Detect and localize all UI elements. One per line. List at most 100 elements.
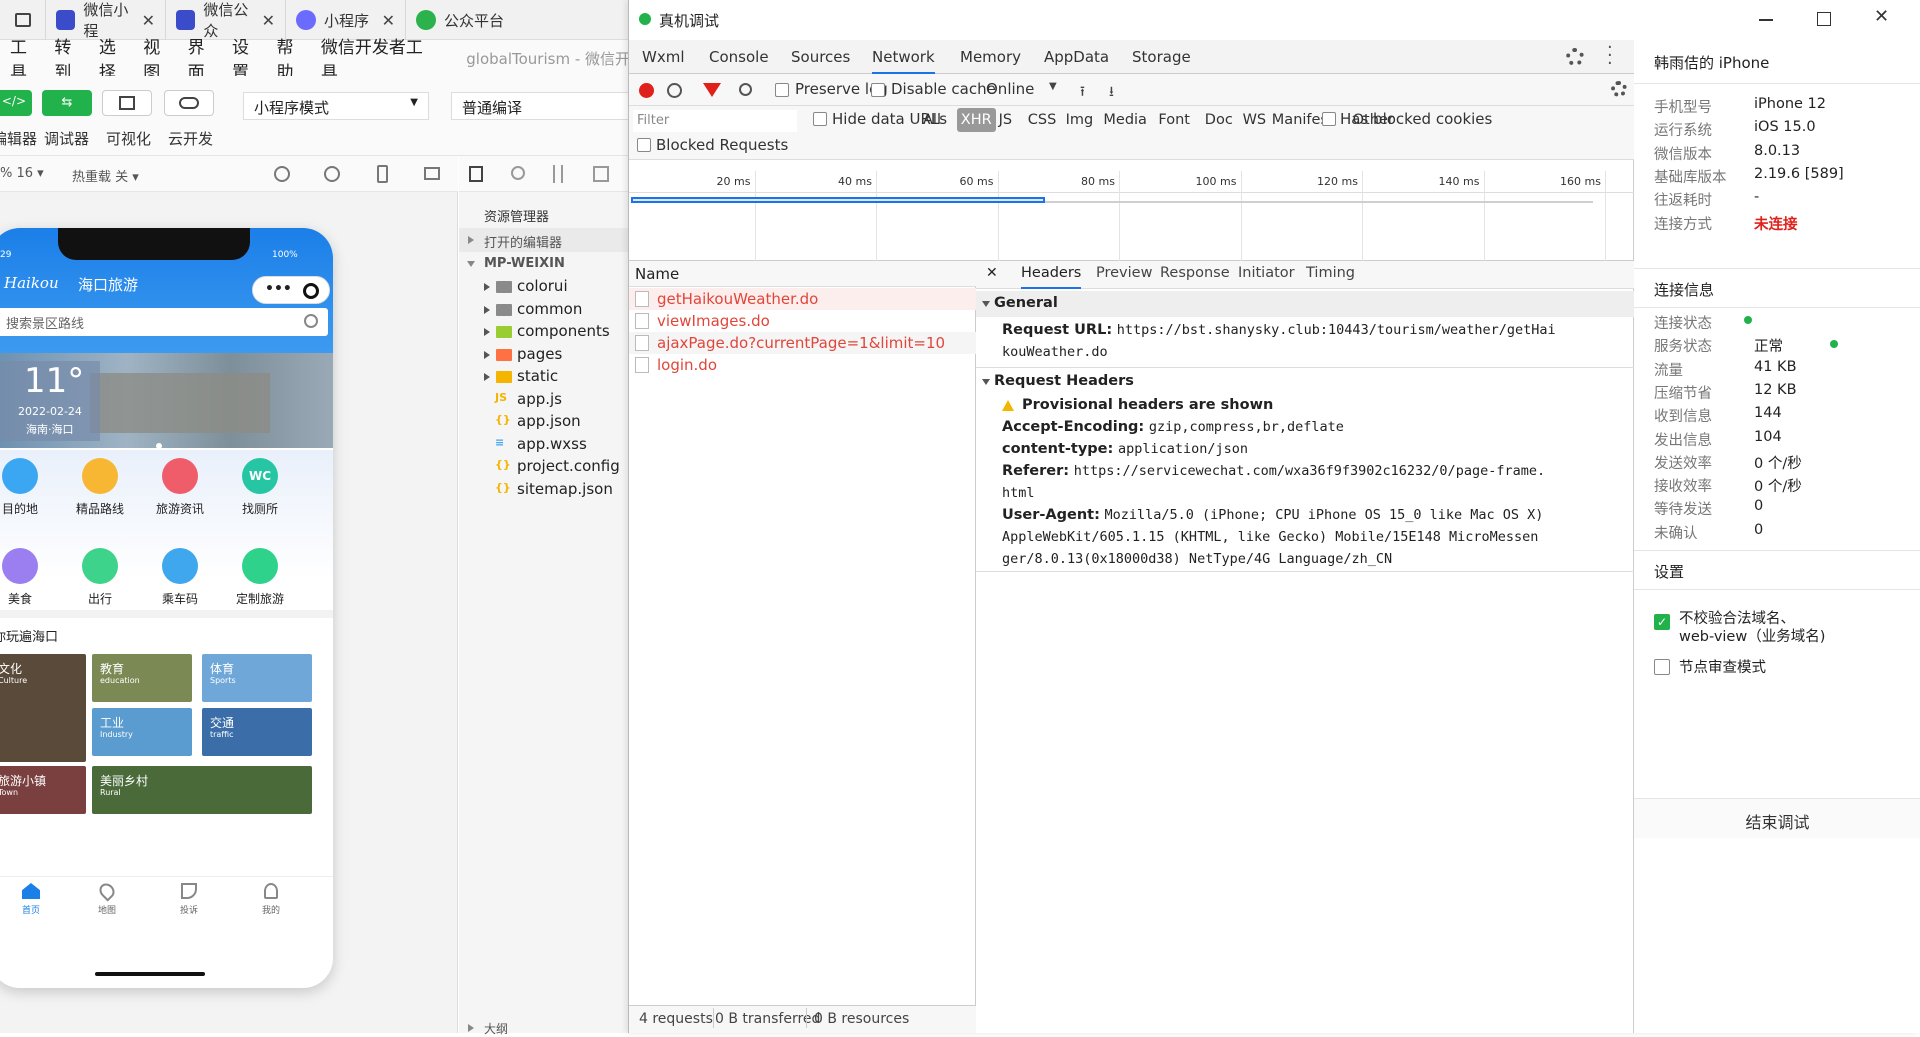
tab-console[interactable]: Console <box>709 40 769 74</box>
download-icon[interactable]: ⭳ <box>1109 81 1114 105</box>
tab-wxml[interactable]: Wxml <box>642 40 685 74</box>
extensions-icon[interactable] <box>593 166 609 182</box>
type-filter-all[interactable]: All <box>919 108 945 132</box>
name-column-header[interactable]: Name <box>629 261 976 287</box>
nav-map[interactable]: 地图 <box>82 880 132 917</box>
browser-tab[interactable]: 公众平台 <box>406 0 632 40</box>
visual-toggle-button[interactable] <box>102 90 152 116</box>
file-tree-item[interactable]: colorui <box>459 276 632 298</box>
kebab-menu-icon[interactable]: · · · <box>1607 39 1613 73</box>
close-icon[interactable]: ✕ <box>382 11 395 30</box>
tab-network[interactable]: Network <box>872 40 935 74</box>
tab-response[interactable]: Response <box>1160 265 1230 281</box>
close-icon[interactable]: ✕ <box>1874 6 1889 27</box>
files-icon[interactable] <box>469 166 483 182</box>
category-item[interactable]: 定制旅游 <box>212 548 308 607</box>
clear-icon[interactable] <box>667 83 682 98</box>
outline-section[interactable]: 大纲 <box>459 1022 632 1036</box>
throttle-select[interactable]: Online <box>986 80 1034 98</box>
nav-home[interactable]: 首页 <box>6 883 56 917</box>
tab-storage[interactable]: Storage <box>1132 40 1191 74</box>
dropdown-arrow-icon[interactable]: ▼ <box>1049 81 1057 92</box>
general-section-header[interactable]: General <box>976 291 1634 317</box>
maximize-icon[interactable] <box>1817 12 1831 26</box>
tab-memory[interactable]: Memory <box>960 40 1021 74</box>
close-capsule-icon[interactable] <box>303 283 319 299</box>
refresh-icon[interactable] <box>274 166 290 182</box>
type-filter-font[interactable]: Font <box>1154 108 1194 132</box>
git-branch-icon[interactable] <box>553 165 563 183</box>
phone-icon[interactable] <box>377 165 388 183</box>
gear-icon[interactable] <box>1566 48 1584 66</box>
tab-initiator[interactable]: Initiator <box>1238 265 1295 281</box>
nav-profile[interactable]: 我的 <box>246 883 296 917</box>
tab-headers[interactable]: Headers <box>1021 265 1082 289</box>
search-input[interactable]: 搜索景区路线 <box>0 308 328 336</box>
capsule-button[interactable]: ••• <box>252 276 330 304</box>
mode-select[interactable]: 小程序模式 ▼ <box>243 92 429 120</box>
close-icon[interactable]: ✕ <box>262 11 275 30</box>
close-icon[interactable]: ✕ <box>142 11 155 30</box>
type-filter-doc[interactable]: Doc <box>1201 108 1237 132</box>
type-filter-xhr[interactable]: XHR <box>956 108 996 132</box>
tab-sources[interactable]: Sources <box>791 40 850 74</box>
upload-icon[interactable]: ⭱ <box>1080 81 1085 105</box>
file-tree-item[interactable]: ≡ app.wxss <box>459 434 632 456</box>
blocked-cookies-checkbox[interactable] <box>1322 112 1336 126</box>
request-row[interactable]: login.do <box>635 353 717 377</box>
preserve-log-checkbox[interactable] <box>775 83 789 97</box>
filter-input[interactable]: Filter <box>633 110 797 132</box>
editor-toggle-button[interactable]: </> <box>0 90 32 116</box>
category-tile[interactable]: 美丽乡村 Rural <box>92 766 312 814</box>
type-filter-media[interactable]: Media <box>1099 108 1151 132</box>
stop-icon[interactable] <box>324 166 340 182</box>
type-filter-css[interactable]: CSS <box>1024 108 1061 132</box>
type-filter-ws[interactable]: WS <box>1239 108 1271 132</box>
type-filter-js[interactable]: JS <box>995 108 1016 132</box>
end-debug-button[interactable]: 结束调试 <box>1634 798 1920 838</box>
category-tile[interactable]: 交通 traffic <box>202 708 312 756</box>
nav-complaint[interactable]: 投诉 <box>164 883 214 917</box>
file-tree-item[interactable]: {} sitemap.json <box>459 479 632 501</box>
file-tree-item[interactable]: pages <box>459 344 632 366</box>
file-tree-item[interactable]: common <box>459 299 632 321</box>
more-icon[interactable]: ••• <box>265 281 292 297</box>
search-icon[interactable] <box>739 83 752 96</box>
popout-icon[interactable] <box>424 167 440 180</box>
zoom-select[interactable]: % 16 ▾ <box>0 166 44 181</box>
request-row[interactable]: viewImages.do <box>635 309 770 333</box>
category-tile[interactable]: 教育 education <box>92 654 192 702</box>
type-filter-img[interactable]: Img <box>1062 108 1098 132</box>
hot-reload-toggle[interactable]: 热重载 关 ▾ <box>72 166 139 185</box>
hide-data-urls-checkbox[interactable] <box>813 112 827 126</box>
open-editors-section[interactable]: 打开的编辑器 <box>459 228 632 252</box>
category-tile[interactable]: 旅游小镇 Town <box>0 766 86 814</box>
cloud-toggle-button[interactable] <box>164 90 214 116</box>
checkbox-checked-icon[interactable]: ✓ <box>1654 614 1670 630</box>
file-tree-item[interactable]: {} app.json <box>459 411 632 433</box>
category-tile[interactable]: 工业 Industry <box>92 708 192 756</box>
node-inspect-option[interactable]: 节点审查模式 <box>1654 656 1904 680</box>
file-tree-item[interactable]: static <box>459 366 632 388</box>
project-root[interactable]: MP-WEIXIN <box>459 252 632 276</box>
category-tile[interactable]: 文化 Culture <box>0 654 86 762</box>
category-tile[interactable]: 体育 Sports <box>202 654 312 702</box>
compile-select[interactable]: 普通编译 <box>451 92 632 120</box>
tab-timing[interactable]: Timing <box>1306 265 1355 281</box>
close-detail-icon[interactable]: ✕ <box>986 265 998 281</box>
network-settings-gear-icon[interactable] <box>1611 81 1627 97</box>
search-icon[interactable] <box>511 166 525 180</box>
filter-icon[interactable] <box>703 83 721 97</box>
disable-cache-checkbox[interactable] <box>871 83 885 97</box>
debugger-toggle-button[interactable]: ⇆ <box>42 90 92 116</box>
request-row[interactable]: getHaikouWeather.do <box>635 287 818 311</box>
browser-tab[interactable]: 微信公众 ✕ <box>166 0 286 40</box>
file-tree-item[interactable]: {} project.config <box>459 456 632 478</box>
request-row[interactable]: ajaxPage.do?currentPage=1&limit=10 <box>635 331 945 355</box>
file-tree-item[interactable]: components <box>459 321 632 343</box>
node-inspect-checkbox[interactable] <box>1654 659 1670 675</box>
skip-domain-check-option[interactable]: ✓ 不校验合法域名、web-view（业务域名) <box>1654 610 1904 650</box>
record-icon[interactable] <box>639 83 654 98</box>
file-tree-item[interactable]: JS app.js <box>459 389 632 411</box>
minimize-icon[interactable] <box>1759 19 1773 21</box>
